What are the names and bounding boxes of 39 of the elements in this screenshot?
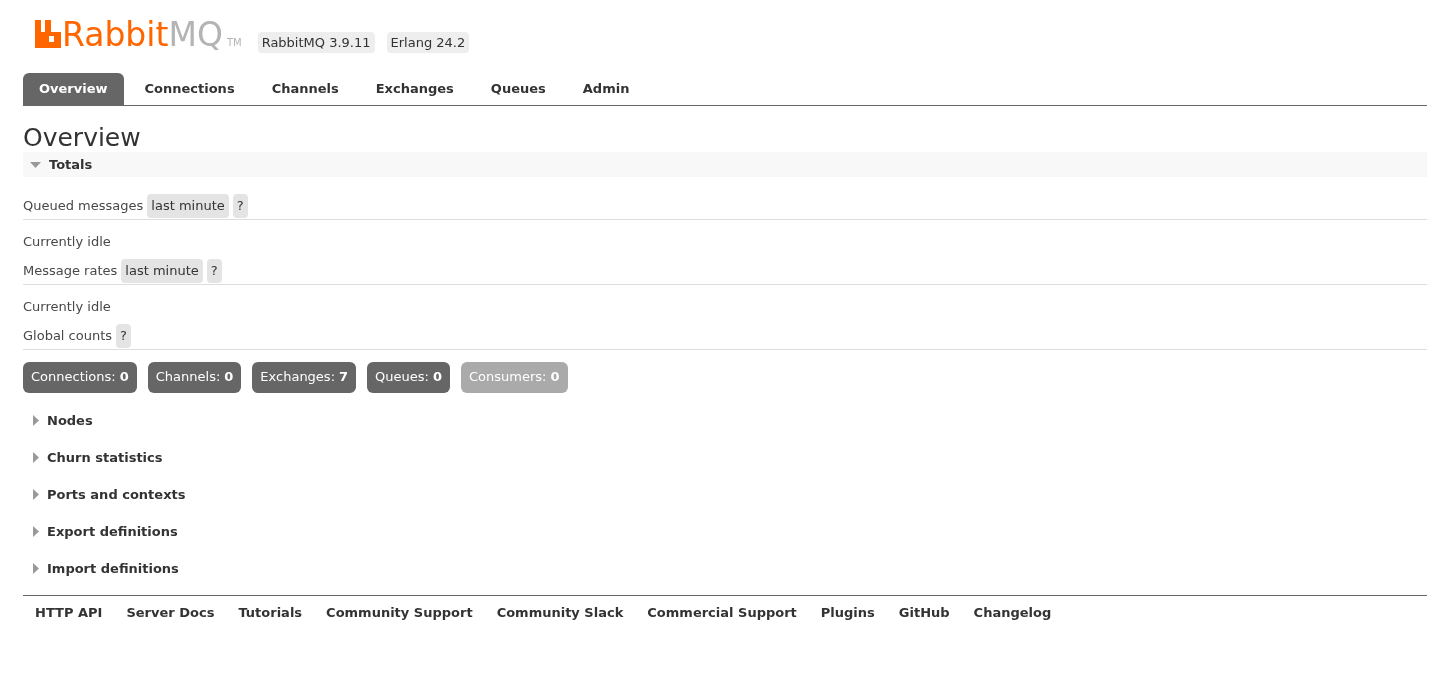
- footer-link[interactable]: HTTP API: [35, 602, 103, 622]
- footer-link[interactable]: GitHub: [898, 602, 950, 622]
- status-text: Currently idle: [23, 297, 112, 316]
- nav-tab[interactable]: Overview: [23, 73, 124, 105]
- help-button[interactable]: ?: [116, 324, 131, 348]
- section-header[interactable]: Import definitions: [23, 560, 1427, 577]
- section-header[interactable]: Totals: [23, 152, 1427, 177]
- footer-link[interactable]: Tutorials: [238, 602, 303, 622]
- help-button[interactable]: ?: [232, 194, 248, 218]
- section-header[interactable]: Nodes: [23, 412, 1427, 429]
- subsection-label: Message rates: [23, 262, 118, 280]
- nav-tab[interactable]: Queues: [474, 73, 562, 105]
- section-header[interactable]: Export definitions: [23, 523, 1427, 540]
- help-button[interactable]: ?: [206, 259, 222, 283]
- count-badge[interactable]: Exchanges: 7: [252, 361, 357, 393]
- section-header[interactable]: Ports and contexts: [23, 486, 1427, 503]
- subsection-label: Queued messages: [23, 197, 144, 215]
- page-title: Overview: [23, 124, 142, 152]
- range-selector[interactable]: last minute: [121, 259, 203, 283]
- nav-tab[interactable]: Connections: [128, 73, 251, 105]
- count-badge[interactable]: Connections: 0: [23, 361, 137, 393]
- footer-link[interactable]: Community Support: [326, 602, 473, 622]
- footer-link[interactable]: Server Docs: [126, 602, 215, 622]
- range-selector[interactable]: last minute: [147, 194, 229, 218]
- footer-link[interactable]: Community Slack: [496, 602, 624, 622]
- nav-tab[interactable]: Admin: [566, 73, 646, 105]
- footer-link[interactable]: Changelog: [973, 602, 1052, 622]
- footer-link[interactable]: Plugins: [820, 602, 875, 622]
- footer-link[interactable]: Commercial Support: [647, 602, 797, 622]
- section-header[interactable]: Churn statistics: [23, 449, 1427, 466]
- version-badge: RabbitMQ 3.9.11: [257, 31, 375, 53]
- nav-tab[interactable]: Channels: [255, 73, 355, 105]
- logo-mark-icon: [35, 20, 61, 48]
- version-badge: Erlang 24.2: [386, 31, 470, 53]
- nav-tab[interactable]: Exchanges: [359, 73, 470, 105]
- count-badge[interactable]: Channels: 0: [147, 361, 242, 393]
- count-badge[interactable]: Queues: 0: [367, 361, 450, 393]
- status-text: Currently idle: [23, 232, 112, 251]
- subsection-label: Global counts: [23, 327, 113, 345]
